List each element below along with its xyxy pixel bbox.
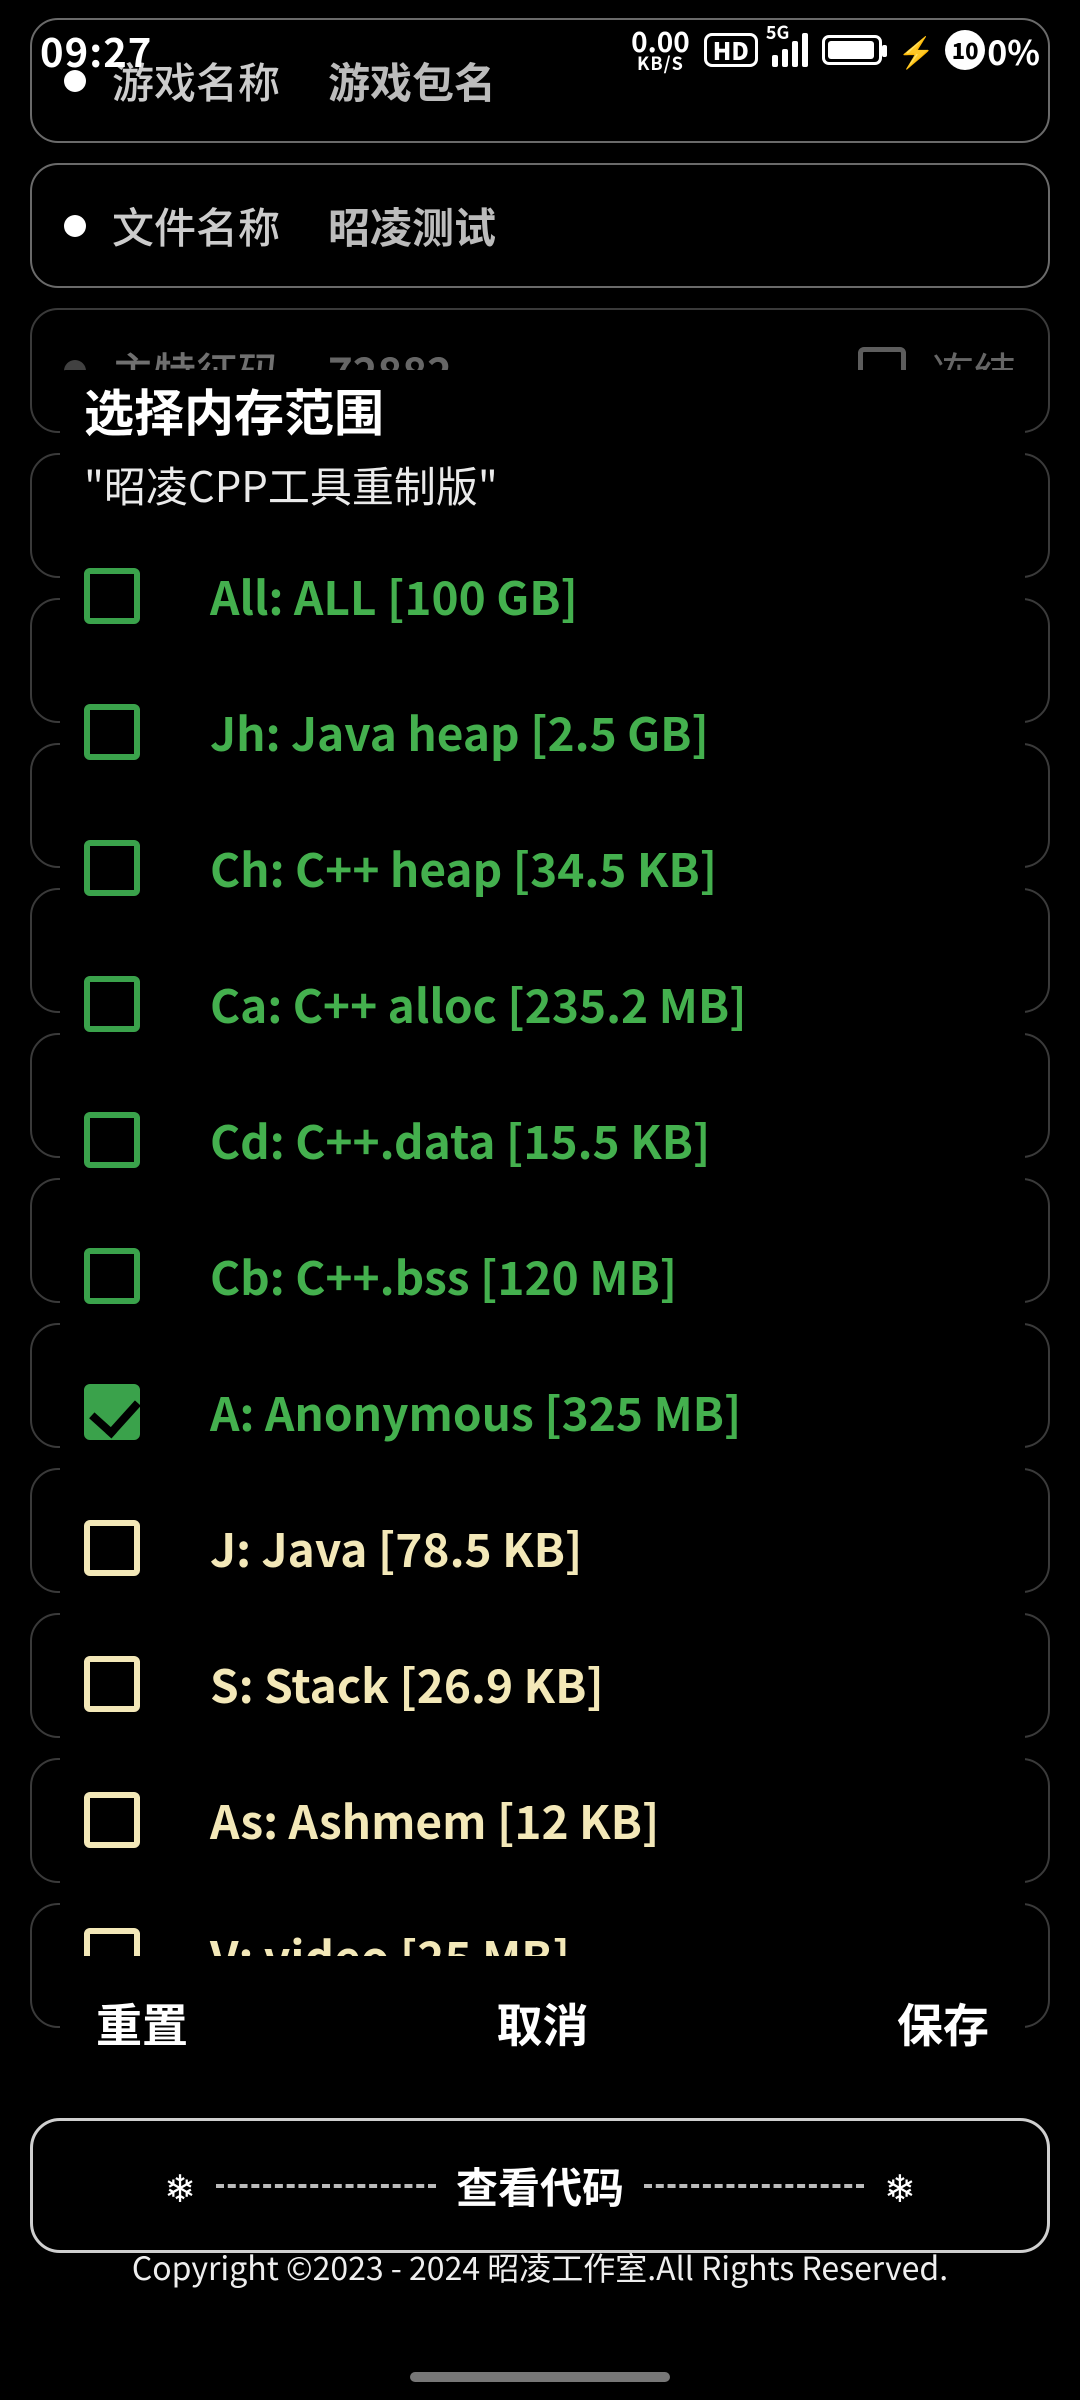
memory-option[interactable]: All: ALL [100 GB] [60,533,1025,669]
dialog-title: 选择内存范围 [60,370,1025,454]
reset-button[interactable]: 重置 [96,1990,188,2056]
memory-option-label: Ca: C++ alloc [235.2 MB] [210,971,747,1037]
snowflake-icon: ❄ [884,2158,916,2213]
view-code-label: 查看代码 [456,2155,624,2216]
memory-option[interactable]: Ch: C++ heap [34.5 KB] [60,805,1025,941]
row-value: 昭凌测试 [328,195,1016,256]
checkbox-icon[interactable] [84,1520,140,1576]
checkbox-icon[interactable] [84,704,140,760]
memory-option-label: A: Anonymous [325 MB] [210,1379,741,1445]
signal-icon: 5G [772,33,808,67]
nav-home-indicator[interactable] [410,2372,670,2382]
memory-option-label: Ch: C++ heap [34.5 KB] [210,835,717,901]
memory-option[interactable]: J: Java [78.5 KB] [60,1485,1025,1621]
memory-option[interactable]: Jh: Java heap [2.5 GB] [60,669,1025,805]
save-button[interactable]: 保存 [897,1990,989,2056]
hd-icon: HD [704,33,758,67]
memory-option[interactable]: S: Stack [26.9 KB] [60,1621,1025,1757]
status-time: 09:27 [40,21,152,79]
checkbox-icon[interactable] [84,1928,140,1956]
checkbox-icon[interactable] [84,1656,140,1712]
checkbox-icon[interactable] [84,976,140,1032]
memory-option[interactable]: As: Ashmem [12 KB] [60,1757,1025,1893]
cancel-button[interactable]: 取消 [497,1990,589,2056]
checkbox-icon[interactable] [84,1112,140,1168]
checkbox-icon[interactable] [84,1384,140,1440]
memory-option-label: All: ALL [100 GB] [210,563,578,629]
charging-icon: ⚡ [898,28,935,72]
status-bar: 09:27 0.00 KB/S HD 5G ⚡ 100% [0,0,1080,100]
memory-option-label: Cd: C++.data [15.5 KB] [210,1107,710,1173]
view-code-button[interactable]: ❄ 查看代码 ❄ [30,2118,1050,2253]
memory-option[interactable]: Cd: C++.data [15.5 KB] [60,1077,1025,1213]
dialog-subtitle: "昭凌CPP工具重制版" [60,454,1025,533]
dialog-options[interactable]: All: ALL [100 GB] Jh: Java heap [2.5 GB] C… [60,533,1025,1956]
battery-icon [822,35,882,65]
memory-option[interactable]: Cb: C++.bss [120 MB] [60,1213,1025,1349]
checkbox-icon[interactable] [84,568,140,624]
netspeed-indicator: 0.00 KB/S [631,29,690,70]
memory-option[interactable]: V: video [25 MB] [60,1893,1025,1956]
memory-option[interactable]: Ca: C++ alloc [235.2 MB] [60,941,1025,1077]
memory-option-label: S: Stack [26.9 KB] [210,1651,604,1717]
memory-option-label: J: Java [78.5 KB] [210,1515,582,1581]
memory-range-dialog: 选择内存范围 "昭凌CPP工具重制版" All: ALL [100 GB] Jh:… [60,370,1025,2070]
checkbox-icon[interactable] [84,840,140,896]
dialog-actions: 重置 取消 保存 [60,1956,1025,2070]
memory-option-label: As: Ashmem [12 KB] [210,1787,659,1853]
row-label: 文件名称 [112,195,302,256]
memory-option-label: Jh: Java heap [2.5 GB] [210,699,709,765]
battery-percent: 100% [945,26,1040,75]
status-right: 0.00 KB/S HD 5G ⚡ 100% [631,26,1040,75]
bullet-icon [64,215,86,237]
snowflake-icon: ❄ [164,2158,196,2213]
memory-option-label: Cb: C++.bss [120 MB] [210,1243,677,1309]
memory-option[interactable]: A: Anonymous [325 MB] [60,1349,1025,1485]
checkbox-icon[interactable] [84,1792,140,1848]
memory-option-label: V: video [25 MB] [210,1923,570,1956]
checkbox-icon[interactable] [84,1248,140,1304]
config-row-file-name[interactable]: 文件名称昭凌测试 [30,163,1050,288]
